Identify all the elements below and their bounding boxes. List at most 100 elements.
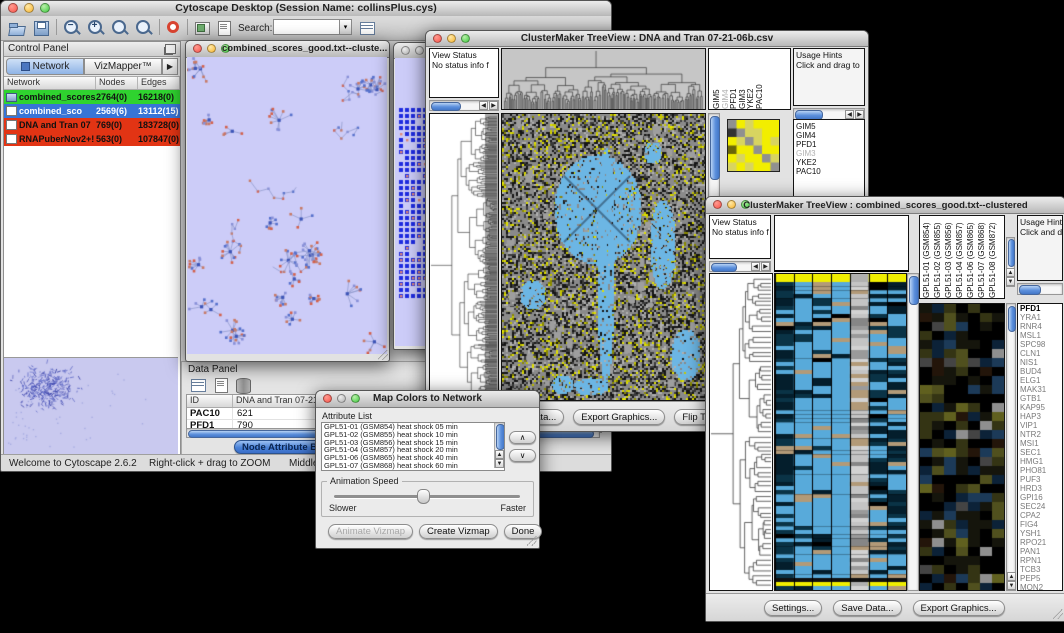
network-row[interactable]: DNA and Tran 07 769(0) 183728(0) [4, 118, 180, 132]
close-button[interactable] [193, 44, 202, 53]
column-label[interactable]: GPL51-04 (GSM857) [956, 216, 967, 298]
gene-label[interactable]: HMG1 [1018, 457, 1062, 466]
more-tabs-button[interactable]: ▶ [162, 58, 178, 75]
treeview-action-button[interactable]: Export Graphics... [913, 600, 1005, 616]
gene-label[interactable]: PAN1 [1018, 547, 1062, 556]
dialog-action-button[interactable]: Animate Vizmap [328, 524, 413, 539]
scroll-up-icon[interactable]: ▲ [495, 450, 504, 459]
heatmap-vscrollbar[interactable] [907, 273, 919, 591]
tab-network[interactable]: Network [6, 58, 84, 75]
column-label[interactable]: GPL51-06 (GSM865) [967, 216, 978, 298]
status-scrollbar[interactable]: ◀ ▶ [429, 100, 499, 111]
column-label[interactable]: GPL51-03 (GSM856) [945, 216, 956, 298]
gene-label[interactable]: GIM3 [794, 149, 864, 158]
column-label[interactable]: GIM4 [722, 49, 731, 109]
gene-label[interactable]: GIM5 [794, 122, 864, 131]
column-label[interactable]: GPL51-02 (GSM855) [934, 216, 945, 298]
attribute-item[interactable]: GPL51-07 (GSM868) heat shock 60 min [322, 462, 504, 470]
zoom-selected-icon[interactable] [134, 18, 154, 38]
gene-label[interactable]: PEP5 [1018, 574, 1062, 583]
column-label[interactable]: GPL51-07 (GSM868) [978, 216, 989, 298]
close-button[interactable] [401, 46, 410, 55]
speed-slider-thumb[interactable] [417, 489, 430, 504]
gene-label[interactable]: PAC10 [794, 167, 864, 176]
gene-label[interactable]: CPA2 [1018, 511, 1062, 520]
gene-label[interactable]: SPC98 [1018, 340, 1062, 349]
gene-label[interactable]: PFD1 [1018, 304, 1062, 313]
gene-label[interactable]: SEC1 [1018, 448, 1062, 457]
scroll-left-icon[interactable]: ◀ [479, 101, 488, 110]
minimize-button[interactable] [207, 44, 216, 53]
row-dendrogram[interactable] [430, 114, 498, 400]
zoom-fit-icon[interactable] [110, 18, 130, 38]
delete-attribute-icon[interactable] [236, 378, 251, 394]
global-heatmap[interactable] [775, 274, 906, 590]
scroll-up-icon[interactable]: ▲ [1007, 572, 1016, 581]
tab-vizmapper[interactable]: VizMapper™ [84, 58, 162, 75]
zoom-in-icon[interactable]: + [86, 18, 106, 38]
new-attribute-icon[interactable] [211, 375, 231, 395]
gene-label[interactable]: YSH1 [1018, 529, 1062, 538]
search-dropdown-arrow[interactable]: ▾ [339, 19, 352, 35]
global-heatmap[interactable] [502, 114, 705, 400]
gene-label[interactable]: KAP95 [1018, 403, 1062, 412]
gene-label[interactable]: NIS1 [1018, 358, 1062, 367]
column-label[interactable]: PAC10 [756, 49, 765, 109]
vizmap-icon[interactable] [214, 18, 234, 38]
gene-label[interactable]: RPO21 [1018, 538, 1062, 547]
gene-label[interactable]: TCB3 [1018, 565, 1062, 574]
column-dendrogram-panel[interactable] [774, 215, 909, 272]
id-column-header[interactable]: ID [187, 395, 233, 407]
treeview-action-button[interactable]: Settings... [764, 600, 822, 616]
gene-label[interactable]: MON2 [1018, 583, 1062, 591]
move-down-button[interactable]: ∨ [509, 449, 536, 462]
genes-vscrollbar[interactable]: ▲ ▼ [1006, 303, 1016, 591]
scroll-right-icon[interactable]: ▶ [855, 110, 864, 119]
scroll-down-icon[interactable]: ▼ [1006, 277, 1015, 286]
create-view-icon[interactable] [357, 18, 377, 38]
scroll-right-icon[interactable]: ▶ [761, 262, 770, 271]
labels-scrollbar[interactable]: ▲ ▼ [1006, 237, 1015, 287]
gene-label[interactable]: PHO81 [1018, 466, 1062, 475]
gene-label[interactable]: BUD4 [1018, 367, 1062, 376]
gene-label[interactable]: NTR2 [1018, 430, 1062, 439]
network-row[interactable]: RNAPuberNov2+! 563(0) 107847(0) [4, 132, 180, 146]
gene-label[interactable]: RNR4 [1018, 322, 1062, 331]
treeview-action-button[interactable]: Save Data... [833, 600, 901, 616]
scroll-down-icon[interactable]: ▼ [1007, 581, 1016, 590]
network-canvas[interactable] [187, 57, 387, 354]
float-panel-icon[interactable] [165, 44, 176, 54]
minimize-button[interactable] [415, 46, 424, 55]
gene-label[interactable]: SEC24 [1018, 502, 1062, 511]
attribute-table-icon[interactable] [188, 375, 208, 395]
annotation-icon[interactable] [192, 18, 212, 38]
column-label[interactable]: GIM3 [739, 49, 748, 109]
scroll-up-icon[interactable]: ▲ [1006, 268, 1015, 277]
gene-label[interactable]: YRA1 [1018, 313, 1062, 322]
column-label[interactable]: GPL51-01 (GSM854) [923, 216, 934, 298]
gene-label[interactable]: PFD1 [794, 140, 864, 149]
gene-label[interactable]: GTB1 [1018, 394, 1062, 403]
zoom-out-icon[interactable]: − [62, 18, 82, 38]
gene-label[interactable]: CLN1 [1018, 349, 1062, 358]
column-header[interactable]: Nodes [96, 77, 138, 89]
status-scrollbar[interactable]: ◀ ▶ [709, 261, 771, 272]
attribute-list[interactable]: GPL51-01 (GSM854) heat shock 05 minGPL51… [321, 422, 505, 471]
save-session-icon[interactable] [31, 18, 51, 38]
main-titlebar[interactable]: Cytoscape Desktop (Session Name: collins… [1, 1, 611, 17]
gene-label[interactable]: MSL1 [1018, 331, 1062, 340]
list-scrollbar[interactable]: ▲ ▼ [494, 423, 504, 468]
dialog-action-button[interactable]: Create Vizmap [419, 524, 498, 539]
gene-label[interactable]: MAK31 [1018, 385, 1062, 394]
network-window-titlebar[interactable]: combined_scores_good.txt--cluste... [186, 41, 389, 58]
help-icon[interactable] [164, 18, 184, 38]
gene-label[interactable]: ELG1 [1018, 376, 1062, 385]
column-header[interactable]: Edges [138, 77, 180, 89]
zoom-matrix[interactable] [727, 119, 780, 172]
dialog-titlebar[interactable]: Map Colors to Network [316, 391, 539, 408]
gene-label[interactable]: GIM4 [794, 131, 864, 140]
resize-grip[interactable] [378, 350, 388, 360]
column-label[interactable]: GIM5 [713, 49, 722, 109]
column-label[interactable]: YKE2 [747, 49, 756, 109]
open-session-icon[interactable] [7, 18, 27, 38]
